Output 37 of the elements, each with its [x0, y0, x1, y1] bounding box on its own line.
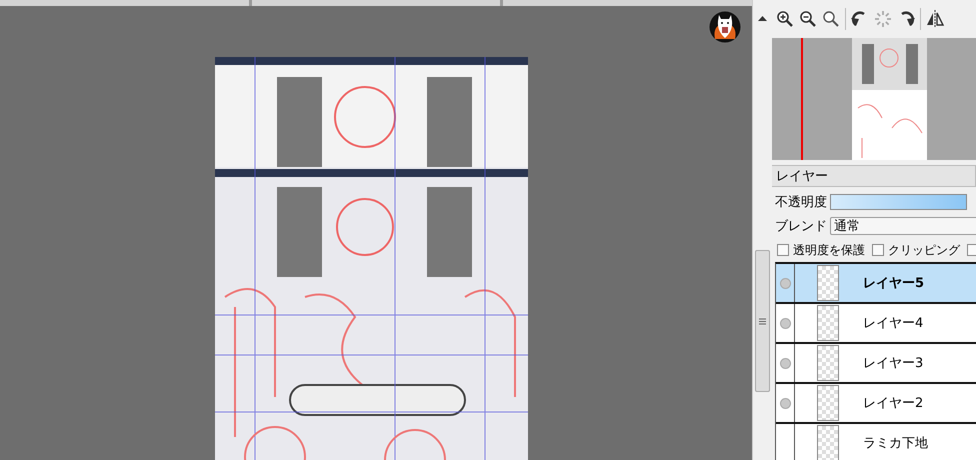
visibility-dot[interactable] — [780, 318, 790, 328]
checkbox[interactable] — [872, 244, 884, 256]
layer-row[interactable]: レイヤー2 — [776, 384, 976, 424]
zoom-out-icon[interactable] — [798, 9, 818, 29]
alpaca-mascot-icon — [709, 11, 741, 43]
blend-dropdown[interactable]: 通常 — [830, 217, 976, 235]
layer-row[interactable]: ラミカ下地 — [776, 424, 976, 460]
magnifier-icon[interactable] — [821, 9, 841, 29]
layer-row[interactable]: レイヤー4 — [776, 304, 976, 344]
layer-name: レイヤー3 — [863, 355, 924, 372]
blend-label: ブレンド — [775, 218, 827, 235]
scroll-up-icon[interactable] — [758, 16, 767, 21]
visibility-dot[interactable] — [780, 358, 790, 368]
layer-thumbnail — [817, 425, 839, 460]
flip-icon[interactable] — [925, 9, 945, 29]
opacity-label: 不透明度 — [775, 194, 827, 211]
layer-thumbnail — [817, 345, 839, 381]
checkbox[interactable] — [967, 244, 976, 256]
layer-name: レイヤー4 — [863, 315, 924, 332]
navigator-preview[interactable] — [772, 38, 976, 160]
scrollbar-thumb[interactable] — [755, 250, 770, 392]
checkbox-label: 透明度を保護 — [793, 242, 865, 258]
layer-thumbnail — [817, 305, 839, 341]
layer-thumbnail — [817, 385, 839, 421]
layer-row[interactable]: レイヤー3 — [776, 344, 976, 384]
panel-title: レイヤー — [776, 168, 828, 185]
checkbox-label: クリッピング — [888, 242, 960, 258]
layer-row[interactable]: レイヤー5 — [776, 264, 976, 304]
visibility-dot[interactable] — [780, 278, 790, 288]
layer-name: レイヤー5 — [863, 275, 924, 292]
visibility-dot[interactable] — [780, 398, 790, 408]
opacity-slider[interactable] — [830, 194, 967, 210]
layer-name: ラミカ下地 — [863, 435, 928, 452]
checkbox[interactable] — [777, 244, 789, 256]
zoom-in-icon[interactable] — [775, 9, 795, 29]
layer-name: レイヤー2 — [863, 395, 924, 412]
layer-thumbnail — [817, 265, 839, 301]
